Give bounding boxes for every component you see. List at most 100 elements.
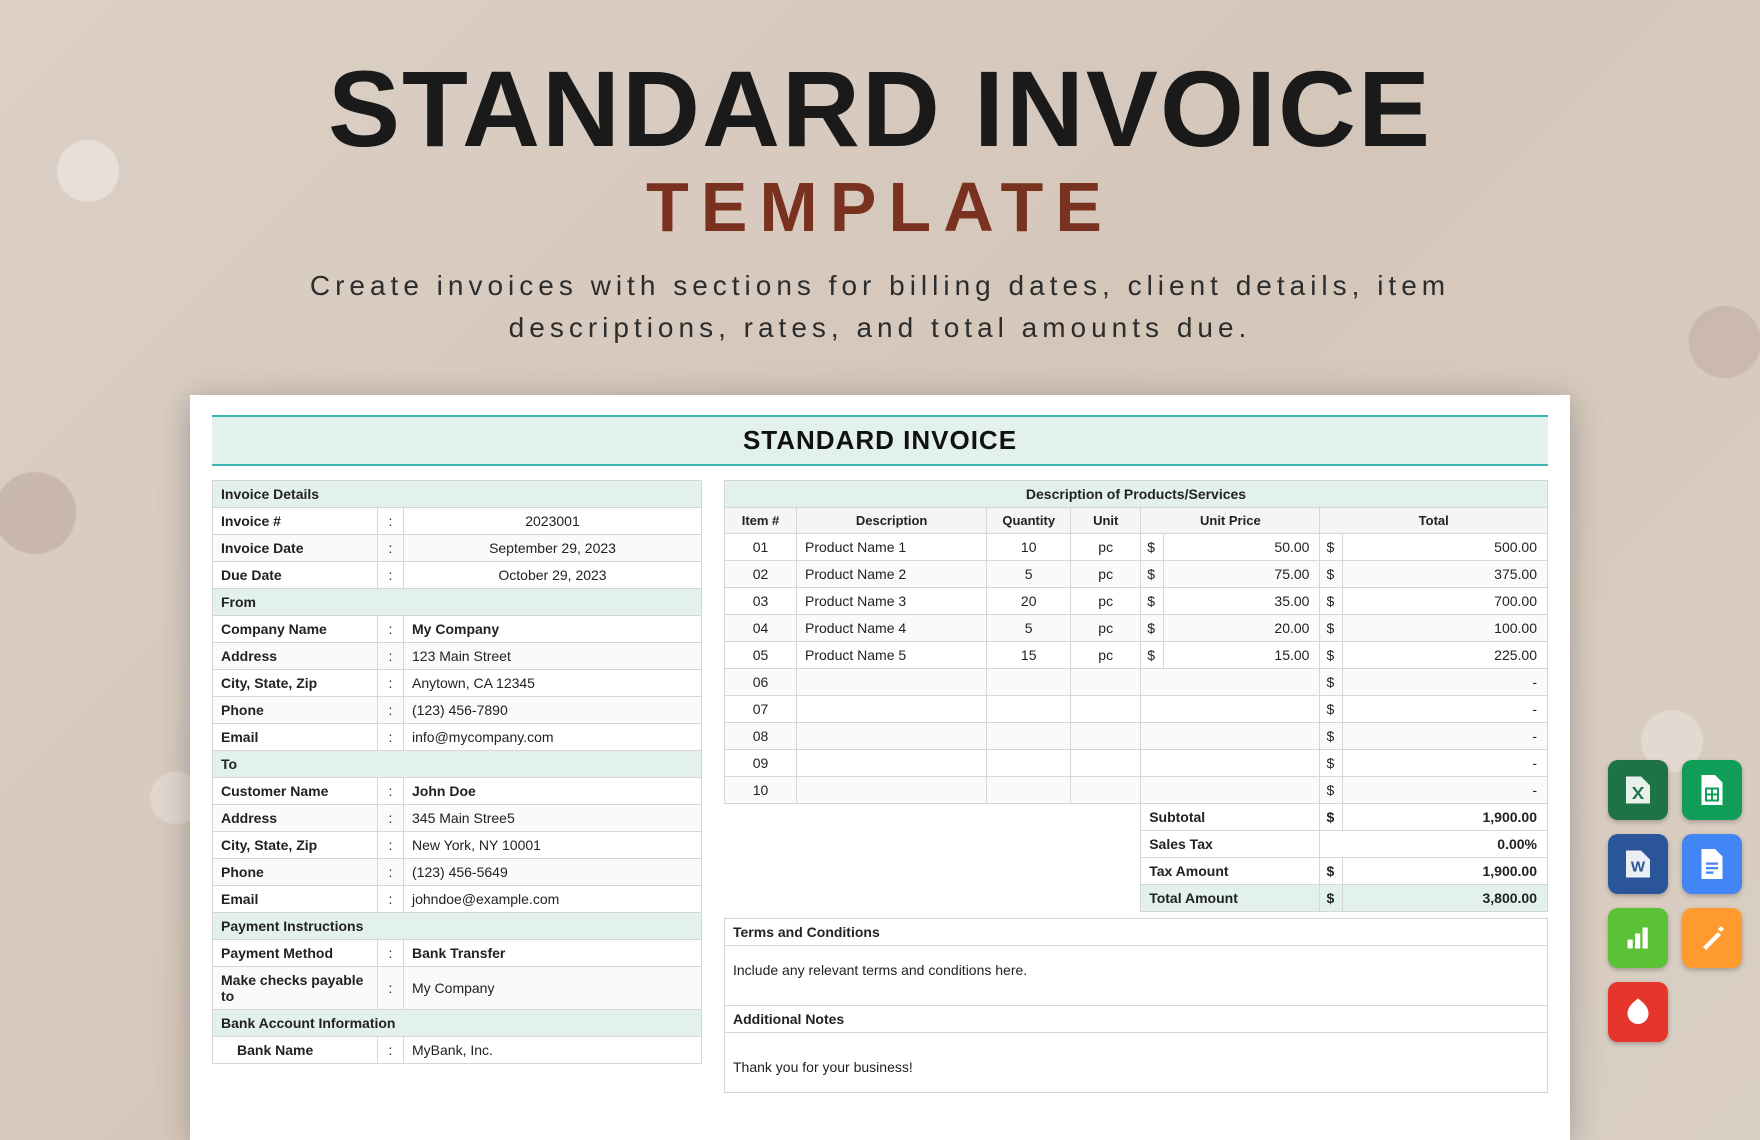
item-unit [1071,750,1141,777]
item-desc: Product Name 5 [797,642,987,669]
from-header: From [213,589,702,616]
item-price: 35.00 [1164,588,1320,615]
kv-value: (123) 456-7890 [404,697,702,724]
kv-label: Invoice Date [213,535,378,562]
currency: $ [1141,588,1164,615]
item-price: 75.00 [1164,561,1320,588]
pages-icon[interactable] [1682,908,1742,968]
currency: $ [1141,561,1164,588]
pdf-icon[interactable] [1608,982,1668,1042]
item-row: 09$- [725,750,1548,777]
item-total: - [1343,669,1548,696]
colon: : [378,1037,404,1064]
kv-value: My Company [404,616,702,643]
invoice-details-table: Invoice Details Invoice #:2023001Invoice… [212,480,702,1064]
item-total: 500.00 [1343,534,1548,561]
kv-value: 123 Main Street [404,643,702,670]
currency: $ [1320,642,1343,669]
currency: $ [1141,615,1164,642]
item-total: 100.00 [1343,615,1548,642]
kv-row: Invoice #:2023001 [213,508,702,535]
details-header: Invoice Details [213,481,702,508]
item-row: 03Product Name 320pc$35.00$700.00 [725,588,1548,615]
item-total: - [1343,723,1548,750]
kv-value: MyBank, Inc. [404,1037,702,1064]
kv-value: September 29, 2023 [404,535,702,562]
taxamt-value: 1,900.00 [1343,858,1548,885]
currency: $ [1320,750,1343,777]
numbers-icon[interactable] [1608,908,1668,968]
kv-row: Phone:(123) 456-5649 [213,859,702,886]
kv-row: Make checks payable to:My Company [213,967,702,1010]
item-qty: 5 [987,615,1071,642]
item-row: 07$- [725,696,1548,723]
colon: : [378,508,404,535]
item-qty: 5 [987,561,1071,588]
colon: : [378,859,404,886]
colon: : [378,967,404,1010]
colon: : [378,643,404,670]
excel-icon[interactable] [1608,760,1668,820]
salestax-value: 0.00% [1320,831,1548,858]
google-sheets-icon[interactable] [1682,760,1742,820]
item-row: 05Product Name 515pc$15.00$225.00 [725,642,1548,669]
col-unit: Unit [1071,508,1141,534]
item-unit: pc [1071,642,1141,669]
col-desc: Description [797,508,987,534]
kv-row: Bank Name:MyBank, Inc. [213,1037,702,1064]
right-column: Description of Products/Services Item # … [724,480,1548,1093]
colon: : [378,724,404,751]
colon: : [378,535,404,562]
kv-row: Due Date:October 29, 2023 [213,562,702,589]
kv-value: Bank Transfer [404,940,702,967]
subtotal-value: 1,900.00 [1343,804,1548,831]
kv-label: Address [213,643,378,670]
currency: $ [1320,669,1343,696]
terms-table: Terms and Conditions Include any relevan… [724,918,1548,1093]
kv-label: City, State, Zip [213,670,378,697]
item-desc: Product Name 3 [797,588,987,615]
item-total: - [1343,696,1548,723]
colon: : [378,832,404,859]
currency: $ [1320,561,1343,588]
kv-value: John Doe [404,778,702,805]
item-no: 08 [725,723,797,750]
terms-header: Terms and Conditions [725,919,1548,946]
kv-value: New York, NY 10001 [404,832,702,859]
currency: $ [1320,534,1343,561]
terms-body: Include any relevant terms and condition… [725,946,1548,1006]
colon: : [378,697,404,724]
item-price [1141,696,1320,723]
kv-label: Email [213,724,378,751]
taxamt-label: Tax Amount [1141,858,1320,885]
word-icon[interactable]: W [1608,834,1668,894]
item-unit [1071,777,1141,804]
item-desc: Product Name 4 [797,615,987,642]
item-qty [987,723,1071,750]
colon: : [378,670,404,697]
currency: $ [1320,804,1343,831]
kv-row: Phone:(123) 456-7890 [213,697,702,724]
item-desc [797,750,987,777]
items-table: Description of Products/Services Item # … [724,480,1548,912]
kv-value: My Company [404,967,702,1010]
currency: $ [1320,777,1343,804]
item-row: 04Product Name 45pc$20.00$100.00 [725,615,1548,642]
google-docs-icon[interactable] [1682,834,1742,894]
currency: $ [1320,885,1343,912]
item-desc: Product Name 2 [797,561,987,588]
item-desc [797,696,987,723]
currency: $ [1320,723,1343,750]
item-no: 04 [725,615,797,642]
svg-text:W: W [1631,859,1646,876]
item-price: 50.00 [1164,534,1320,561]
item-qty: 20 [987,588,1071,615]
kv-row: Company Name:My Company [213,616,702,643]
kv-row: Email:johndoe@example.com [213,886,702,913]
colon: : [378,616,404,643]
item-qty: 10 [987,534,1071,561]
kv-row: Address:345 Main Stree5 [213,805,702,832]
kv-label: Address [213,805,378,832]
tagline-line-2: descriptions, rates, and total amounts d… [509,312,1252,343]
kv-row: City, State, Zip:Anytown, CA 12345 [213,670,702,697]
